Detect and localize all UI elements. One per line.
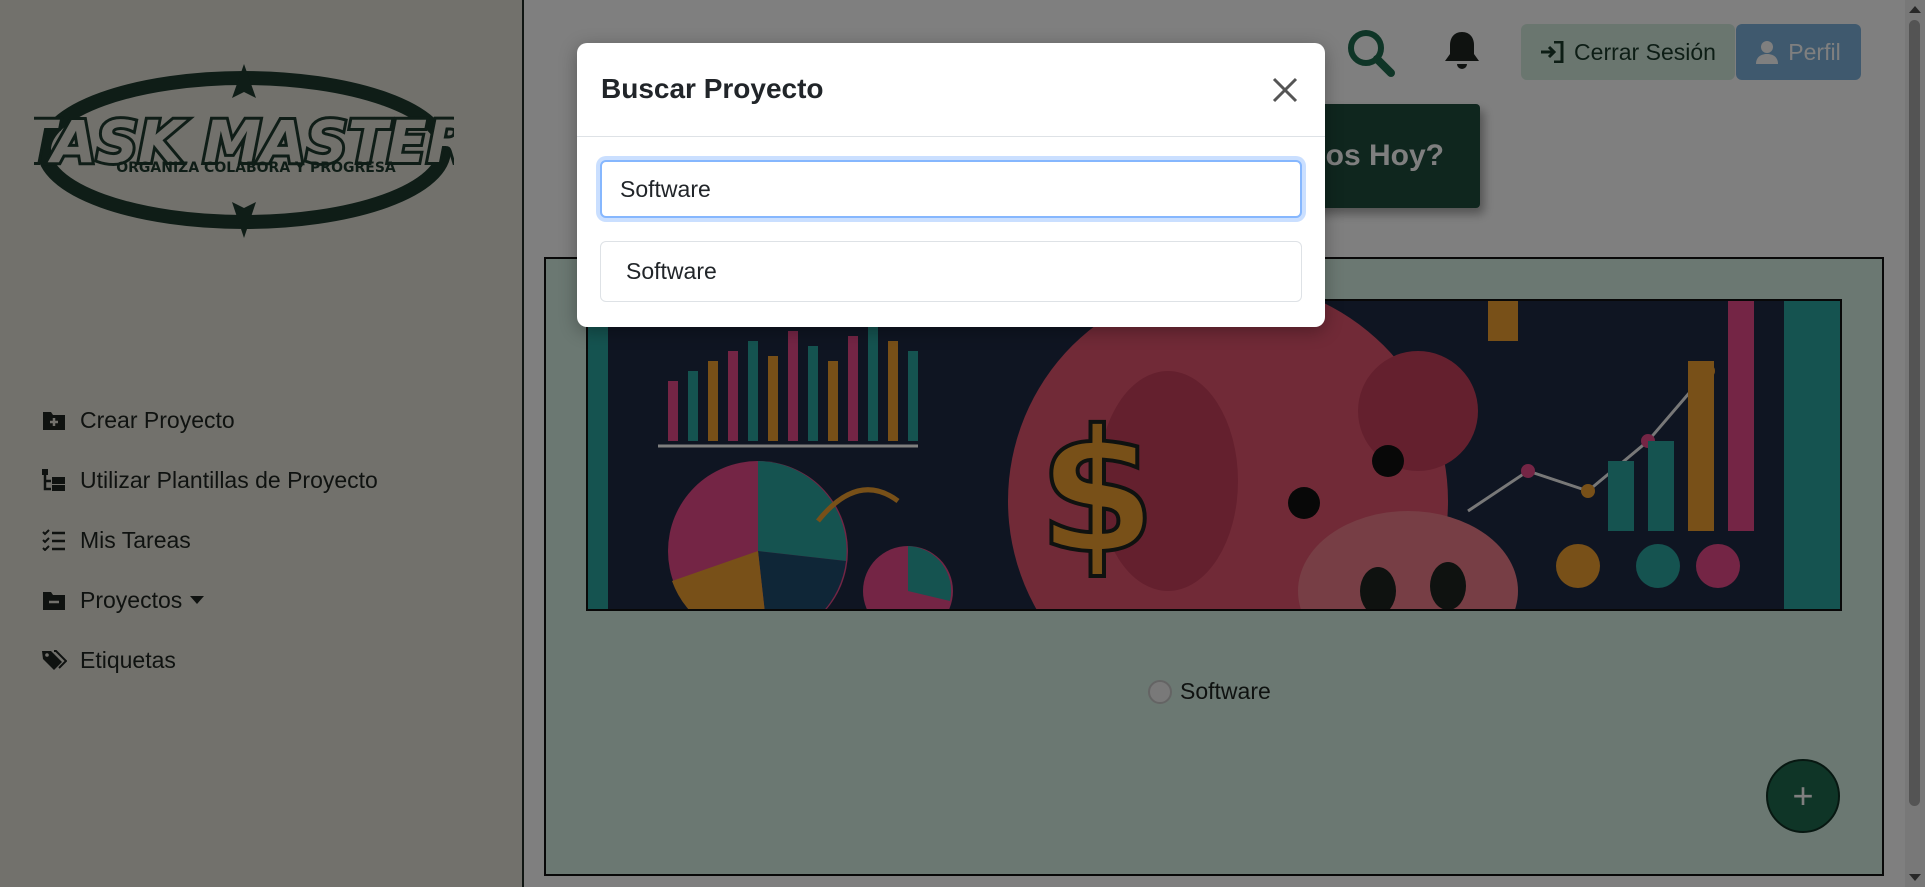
search-project-modal: Buscar Proyecto Software bbox=[577, 43, 1325, 327]
search-result-label: Software bbox=[626, 258, 717, 284]
modal-header: Buscar Proyecto bbox=[577, 43, 1325, 137]
modal-title: Buscar Proyecto bbox=[601, 73, 824, 104]
search-project-input[interactable] bbox=[600, 160, 1302, 218]
search-result-item[interactable]: Software bbox=[600, 241, 1302, 302]
close-icon[interactable] bbox=[1269, 74, 1301, 106]
